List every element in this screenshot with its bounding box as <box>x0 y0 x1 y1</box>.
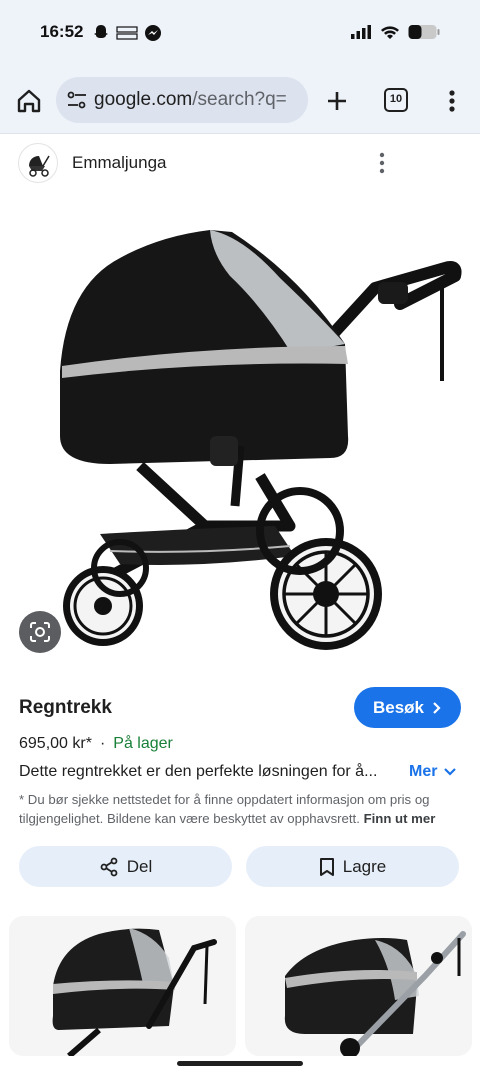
save-label: Lagre <box>342 856 387 876</box>
camera-search-icon <box>30 622 50 642</box>
site-settings-icon[interactable] <box>66 89 88 111</box>
stock-status: På lager <box>113 735 173 752</box>
share-button[interactable]: Del <box>19 846 232 887</box>
stroller-thumbnail-image <box>284 931 466 1056</box>
source-more-button[interactable] <box>370 150 394 176</box>
share-icon <box>100 857 118 876</box>
plus-icon <box>328 92 346 110</box>
source-header: Emmaljunga <box>0 140 480 188</box>
source-name[interactable]: Emmaljunga <box>72 153 167 173</box>
messenger-icon <box>145 25 161 41</box>
wifi-icon <box>381 26 399 39</box>
home-icon <box>17 89 41 113</box>
product-image[interactable] <box>0 196 480 674</box>
stroller-thumbnail-icon <box>29 155 50 177</box>
related-image-2[interactable] <box>245 916 472 1056</box>
temu-icon <box>116 26 138 40</box>
tab-switcher-button[interactable]: 10 <box>384 88 408 112</box>
new-tab-button[interactable] <box>322 86 352 116</box>
home-button[interactable] <box>14 86 44 116</box>
learn-more-link[interactable]: Finn ut mer <box>364 811 436 826</box>
visit-label: Besøk <box>372 697 425 717</box>
stroller-image <box>60 230 462 650</box>
more-label: Mer <box>409 763 438 780</box>
disclaimer: * Du bør sjekke nettstedet for å finne o… <box>19 790 465 828</box>
price-row: 695,00 kr* · På lager <box>19 735 173 753</box>
url-text[interactable]: google.com/search?q= <box>94 89 304 111</box>
lens-search-button[interactable] <box>19 611 61 653</box>
source-avatar[interactable] <box>18 143 58 183</box>
related-image-1[interactable] <box>9 916 236 1056</box>
notification-icons <box>92 24 162 42</box>
more-vert-icon <box>449 90 455 112</box>
visit-button[interactable]: Besøk <box>354 687 461 728</box>
chevron-right-icon <box>433 701 441 714</box>
product-title: Regntrekk <box>19 697 112 718</box>
save-button[interactable]: Lagre <box>246 846 459 887</box>
url-path: /search?q= <box>192 89 287 110</box>
more-vert-icon <box>379 152 385 174</box>
snapchat-icon <box>94 25 108 38</box>
product-description: Dette regntrekket er den perfekte løsnin… <box>19 763 378 780</box>
status-bar: 16:52 <box>0 0 480 70</box>
separator: · <box>99 735 106 752</box>
chevron-down-icon <box>444 768 457 776</box>
system-icons <box>350 24 440 40</box>
bookmark-icon <box>319 857 334 876</box>
price: 695,00 kr* <box>19 735 92 752</box>
more-button[interactable]: Mer <box>409 763 457 781</box>
gesture-bar[interactable] <box>177 1061 303 1066</box>
browser-menu-button[interactable] <box>440 86 464 116</box>
status-time: 16:52 <box>40 22 84 41</box>
browser-toolbar: google.com/search?q= 10 <box>0 70 480 134</box>
share-label: Del <box>126 856 153 876</box>
address-bar[interactable]: google.com/search?q= <box>56 77 308 123</box>
signal-icon <box>351 25 371 39</box>
stroller-thumbnail-image <box>52 928 217 1056</box>
url-host: google.com <box>94 89 193 110</box>
battery-icon <box>408 25 440 39</box>
